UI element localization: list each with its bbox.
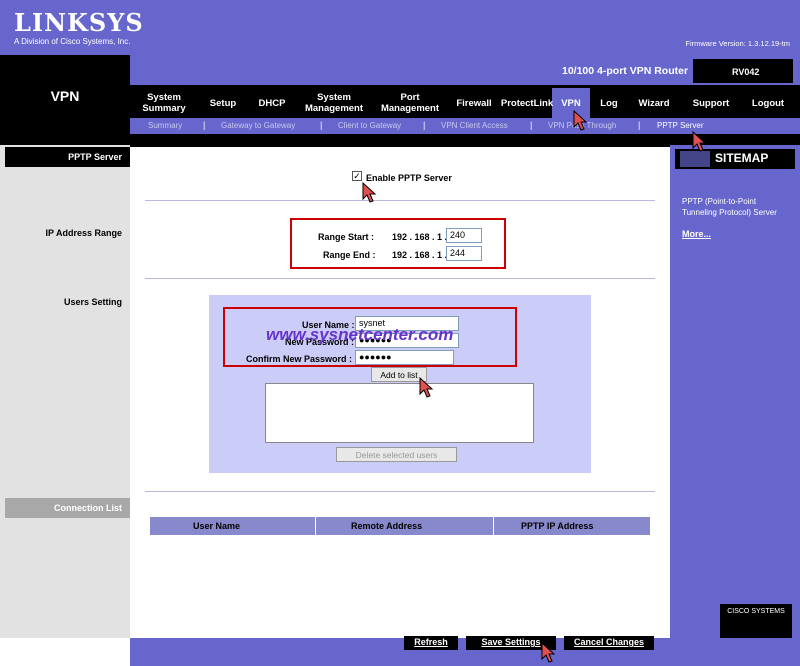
subnav-client-to-gateway[interactable]: Client to Gateway (338, 121, 401, 130)
footer-bar (130, 638, 800, 666)
nav-wizard[interactable]: Wizard (633, 98, 675, 109)
sitemap-icon (680, 151, 710, 167)
nav-protectlink[interactable]: ProtectLink (499, 98, 555, 109)
model-id: RV042 (732, 67, 760, 77)
range-start-input[interactable]: 240 (446, 228, 482, 243)
subnav-gateway-to-gateway[interactable]: Gateway to Gateway (221, 121, 295, 130)
sitemap-description: PPTP (Point-to-Point Tunneling Protocol)… (682, 197, 777, 217)
linksys-logo: LINKSYS (14, 8, 144, 37)
firmware-version: Firmware Version: 1.3.12.19-tm (685, 39, 790, 48)
divider (145, 491, 655, 492)
nav-port-management[interactable]: Port Management (377, 92, 443, 114)
section-title: VPN (50, 88, 80, 104)
enable-pptp-label: Enable PPTP Server (366, 173, 452, 183)
range-end-label: Range End : (323, 250, 376, 260)
range-start-prefix: 192 . 168 . 1 . (392, 232, 448, 242)
subnav-vpn-client-access[interactable]: VPN Client Access (441, 121, 508, 130)
nav-logout[interactable]: Logout (747, 98, 789, 109)
nav-system-management[interactable]: System Management (298, 92, 370, 114)
divider (145, 278, 655, 279)
nav-support[interactable]: Support (688, 98, 734, 109)
logo-subtitle: A Division of Cisco Systems, Inc. (14, 37, 131, 46)
column-pptp-ip-address: PPTP IP Address (521, 521, 594, 531)
delete-selected-users-button[interactable]: Delete selected users (336, 447, 457, 462)
nav-firewall[interactable]: Firewall (452, 98, 496, 109)
divider (130, 145, 670, 147)
sitemap-more-link[interactable]: More... (682, 229, 711, 239)
ip-range-label: IP Address Range (45, 228, 122, 238)
subnav-separator: | (423, 120, 426, 130)
subnav-pptp-server[interactable]: PPTP Server (657, 121, 704, 130)
nav-system-summary[interactable]: System Summary (137, 92, 191, 114)
nav-vpn[interactable]: VPN (556, 98, 586, 109)
subnav-separator: | (203, 120, 206, 130)
column-separator (493, 517, 494, 535)
cisco-logo: CISCO SYSTEMS (720, 604, 792, 638)
range-end-input[interactable]: 244 (446, 246, 482, 261)
divider (145, 200, 655, 201)
footer-left (0, 638, 130, 666)
model-name: 10/100 4-port VPN Router (562, 65, 689, 77)
left-column (0, 145, 130, 638)
sitemap-column (670, 145, 800, 638)
subnav-separator: | (638, 120, 641, 130)
subnav-summary[interactable]: Summary (148, 121, 182, 130)
nav-log[interactable]: Log (594, 98, 624, 109)
highlight-box (223, 307, 517, 367)
cisco-logo-text: CISCO SYSTEMS (727, 608, 785, 615)
nav-dhcp[interactable]: DHCP (254, 98, 290, 109)
subnav-separator: | (530, 120, 533, 130)
column-separator (315, 517, 316, 535)
cancel-changes-button[interactable]: Cancel Changes (564, 636, 654, 650)
range-start-label: Range Start : (318, 232, 375, 242)
pptp-server-heading: PPTP Server (5, 147, 130, 167)
column-remote-address: Remote Address (351, 521, 423, 531)
connection-list-heading: Connection List (5, 498, 130, 518)
sitemap-title[interactable]: SITEMAP (715, 151, 768, 165)
users-setting-label: Users Setting (63, 297, 122, 307)
enable-pptp-checkbox[interactable]: ✓ (352, 171, 362, 181)
column-user-name: User Name (193, 521, 241, 531)
users-list[interactable] (265, 383, 534, 443)
nav-setup[interactable]: Setup (204, 98, 242, 109)
highlight-box (290, 218, 506, 269)
range-end-prefix: 192 . 168 . 1 . (392, 250, 448, 260)
refresh-button[interactable]: Refresh (404, 636, 458, 650)
subnav-separator: | (320, 120, 323, 130)
